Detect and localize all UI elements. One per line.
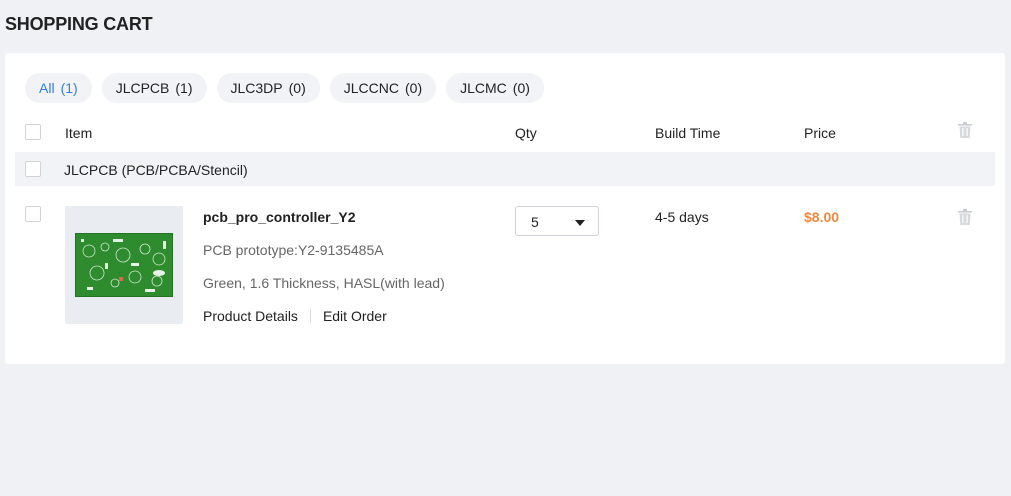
tab-jlc3dp[interactable]: JLC3DP (0)	[216, 73, 320, 103]
header-item: Item	[65, 125, 93, 141]
tab-all[interactable]: All (1)	[25, 73, 92, 103]
caret-down-icon	[575, 220, 585, 226]
tab-label: All	[39, 80, 55, 96]
trash-icon[interactable]	[958, 122, 972, 138]
tab-jlcpcb[interactable]: JLCPCB (1)	[101, 73, 207, 103]
tab-count: (1)	[175, 80, 193, 96]
tab-count: (0)	[512, 80, 530, 96]
tab-count: (1)	[60, 80, 78, 96]
select-all-checkbox[interactable]	[25, 124, 41, 140]
product-details-link[interactable]: Product Details	[203, 308, 298, 324]
item-name[interactable]: pcb_pro_controller_Y2	[203, 209, 356, 225]
trash-icon[interactable]	[958, 209, 972, 225]
header-build-time: Build Time	[655, 125, 721, 141]
tab-label: JLCPCB	[115, 80, 170, 96]
tab-label: JLC3DP	[230, 80, 283, 96]
tab-jlccnc[interactable]: JLCCNC (0)	[329, 73, 437, 103]
item-links: Product Details Edit Order	[203, 308, 387, 324]
cart-tabs: All (1) JLCPCB (1) JLC3DP (0) JLCCNC (0) JLC…	[25, 73, 544, 103]
item-subtitle: PCB prototype:Y2-9135485A	[203, 242, 384, 258]
pcb-image	[75, 233, 173, 297]
item-price: $8.00	[804, 209, 840, 225]
link-divider	[309, 309, 311, 323]
group-checkbox[interactable]	[25, 161, 41, 177]
header-qty: Qty	[515, 125, 537, 141]
edit-order-link[interactable]: Edit Order	[323, 308, 387, 324]
page-title: SHOPPING CART	[5, 14, 153, 34]
build-time: 4-5 days	[655, 209, 709, 225]
item-checkbox[interactable]	[25, 206, 41, 222]
tab-label: JLCMC	[460, 80, 507, 96]
group-row: JLCPCB (PCB/PCBA/Stencil)	[15, 152, 995, 186]
tab-count: (0)	[405, 80, 423, 96]
group-label: JLCPCB (PCB/PCBA/Stencil)	[64, 162, 248, 178]
header-price: Price	[804, 125, 836, 141]
tab-count: (0)	[288, 80, 306, 96]
tab-jlcmc[interactable]: JLCMC (0)	[446, 73, 544, 103]
qty-select[interactable]: 5	[515, 206, 599, 236]
product-thumbnail[interactable]	[65, 206, 183, 324]
item-spec: Green, 1.6 Thickness, HASL(with lead)	[203, 275, 445, 291]
tab-label: JLCCNC	[343, 80, 399, 96]
cart-card: All (1) JLCPCB (1) JLC3DP (0) JLCCNC (0) JLC…	[5, 53, 1005, 364]
qty-value: 5	[531, 214, 539, 230]
